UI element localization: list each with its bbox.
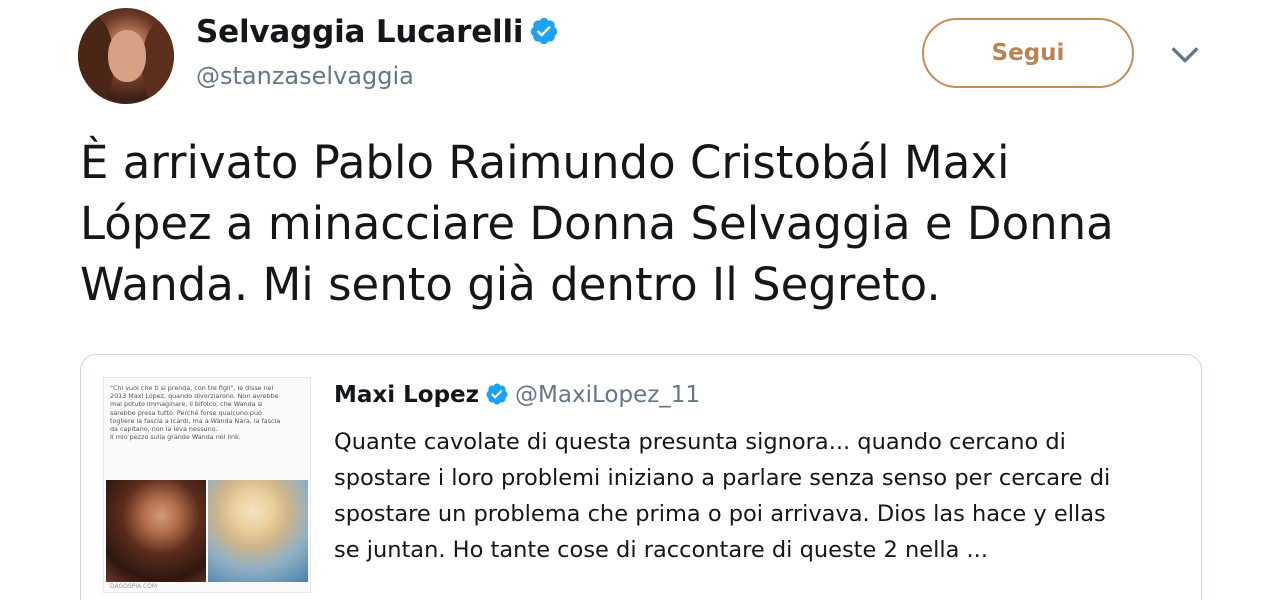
- chevron-down-icon[interactable]: [1168, 38, 1202, 72]
- follow-button[interactable]: Segui: [922, 18, 1134, 88]
- quoted-text-line: spostare i loro problemi iniziano a parl…: [334, 465, 1111, 491]
- quoted-tweet-text: Quante cavolate di questa presunta signo…: [334, 424, 1194, 568]
- thumbnail-caption-line: togliere la fascia a Icardi, ma a Wanda …: [110, 416, 281, 425]
- quoted-text-line: Quante cavolate di questa presunta signo…: [334, 429, 1066, 455]
- quoted-author-name[interactable]: Maxi Lopez: [334, 382, 479, 408]
- tweet-text-line: Wanda. Mi sento già dentro Il Segreto.: [80, 258, 941, 311]
- author-name[interactable]: Selvaggia Lucarelli: [196, 14, 559, 50]
- tweet-card: Selvaggia Lucarelli @stanzaselvaggia Seg…: [0, 0, 1280, 600]
- thumbnail-photo-right: [208, 480, 308, 582]
- thumbnail-caption-line: Il mio pezzo sulla grande Wanda nel link…: [110, 433, 241, 442]
- quoted-text-line: se juntan. Ho tante cose di raccontare d…: [334, 537, 988, 563]
- author-name-text[interactable]: Selvaggia Lucarelli: [196, 14, 524, 50]
- thumbnail-caption-line: sarebbe presa tutto. Perché forse qualcu…: [110, 408, 262, 417]
- thumbnail-site-label: DAGOSPIA.COM: [110, 583, 158, 590]
- thumbnail-caption-line: da capitano, non la leva nessuno.: [110, 425, 218, 434]
- verified-badge-icon: [486, 383, 508, 404]
- tweet-text: È arrivato Pablo Raimundo Cristobál Maxi…: [80, 132, 1250, 315]
- thumbnail-caption: "Chi vuoi che ti si prenda, con tre figl…: [110, 384, 306, 441]
- thumbnail-photo-left: [106, 480, 206, 582]
- avatar-face: [108, 30, 146, 82]
- avatar-hair-right: [142, 22, 174, 104]
- thumbnail-caption-line: 2013 Maxi Lopez, quando divorziarono. No…: [110, 392, 279, 401]
- tweet-text-line: È arrivato Pablo Raimundo Cristobál Maxi: [80, 136, 1010, 189]
- quoted-tweet-thumbnail[interactable]: "Chi vuoi che ti si prenda, con tre figl…: [103, 377, 311, 593]
- verified-badge-icon: [531, 17, 558, 44]
- tweet-text-line: López a minacciare Donna Selvaggia e Don…: [80, 197, 1114, 250]
- thumbnail-caption-line: "Chi vuoi che ti si prenda, con tre figl…: [110, 384, 274, 392]
- quoted-author[interactable]: Maxi Lopez @MaxiLopez_11: [334, 382, 700, 408]
- thumbnail-caption-line: mai potuto immaginare, il bifolco, che W…: [110, 400, 263, 409]
- quoted-text-line: spostare un problema che prima o poi arr…: [334, 501, 1106, 527]
- author-handle[interactable]: @stanzaselvaggia: [196, 62, 414, 90]
- quoted-author-handle[interactable]: @MaxiLopez_11: [515, 382, 700, 408]
- author-avatar[interactable]: [78, 8, 174, 104]
